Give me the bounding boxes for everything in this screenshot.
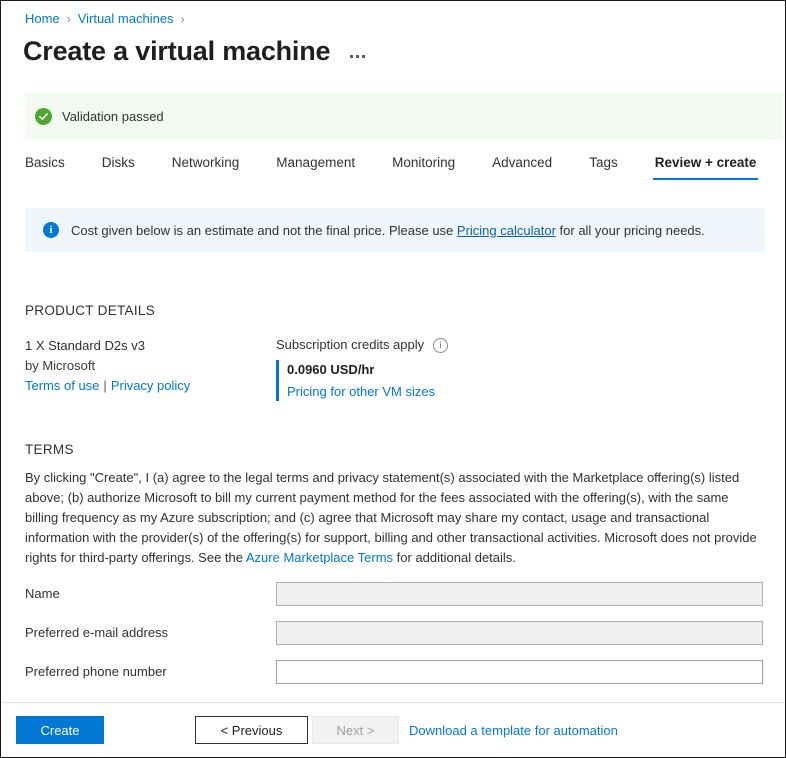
info-outline-icon[interactable]: i [433,337,449,353]
form-row-name: Name [25,574,765,613]
privacy-policy-link[interactable]: Privacy policy [111,378,190,393]
form-row-email: Preferred e-mail address [25,613,765,652]
email-label: Preferred e-mail address [25,625,169,640]
azure-marketplace-terms-link[interactable]: Azure Marketplace Terms [246,550,393,565]
link-separator: | [103,378,107,393]
validation-banner: Validation passed [25,92,783,140]
info-banner-text: Cost given below is an estimate and not … [71,223,705,238]
terms-heading: TERMS [25,442,74,457]
email-input[interactable] [276,620,763,645]
tab-basics[interactable]: Basics [23,153,67,180]
tab-tags[interactable]: Tags [587,153,620,180]
footer-actions: Create < Previous Next > Download a temp… [1,703,785,757]
breadcrumb-separator-icon: › [180,12,185,26]
tab-disks[interactable]: Disks [100,153,137,180]
name-input[interactable] [276,581,763,606]
product-details-heading: PRODUCT DETAILS [25,303,156,318]
product-name: 1 X Standard D2s v3 [25,338,145,353]
name-label: Name [25,586,60,601]
breadcrumb-item-virtual-machines[interactable]: Virtual machines [78,10,174,28]
create-virtual-machine-page: Home › Virtual machines › Create a virtu… [0,0,786,758]
terms-text-after: for additional details. [396,550,516,565]
product-pricing: Subscription credits apply i 0.0960 USD/… [276,336,449,401]
product-links: Terms of use | Privacy policy [25,376,190,396]
breadcrumb-separator-icon: › [66,12,71,26]
pricing-calculator-link[interactable]: Pricing calculator [457,223,556,238]
terms-paragraph: By clicking "Create", I (a) agree to the… [25,468,765,568]
terms-of-use-link[interactable]: Terms of use [25,378,99,393]
tab-advanced[interactable]: Advanced [490,153,554,180]
previous-button[interactable]: < Previous [195,716,308,744]
price-block: 0.0960 USD/hr Pricing for other VM sizes [276,360,448,401]
more-options-icon[interactable] [350,54,366,58]
tab-review-create[interactable]: Review + create [652,153,759,180]
info-icon: i [43,222,59,238]
dot [356,54,360,58]
info-text-before: Cost given below is an estimate and not … [71,222,454,238]
next-button: Next > [312,716,399,744]
tab-monitoring[interactable]: Monitoring [390,153,457,180]
contact-form: Name Preferred e-mail address Preferred … [25,574,765,691]
dot [350,54,354,58]
phone-input[interactable] [276,659,763,684]
product-details-left: 1 X Standard D2s v3 by Microsoft Terms o… [25,336,190,396]
page-title: Create a virtual machine [23,36,331,66]
phone-label: Preferred phone number [25,664,167,679]
create-button[interactable]: Create [16,716,104,744]
cost-estimate-info-banner: i Cost given below is an estimate and no… [25,208,765,252]
info-text-after: for all your pricing needs. [559,222,705,238]
check-circle-icon [35,107,52,125]
dot [362,54,366,58]
tab-management[interactable]: Management [274,153,357,180]
tab-networking[interactable]: Networking [170,153,242,180]
form-row-phone: Preferred phone number [25,652,765,691]
validation-message: Validation passed [62,108,164,124]
subscription-credits-row: Subscription credits apply i [276,336,449,354]
price-value: 0.0960 USD/hr [287,362,375,377]
page-header: Create a virtual machine [23,34,366,68]
product-publisher: by Microsoft [25,358,96,373]
download-template-link[interactable]: Download a template for automation [409,723,618,738]
pricing-other-vm-sizes-link[interactable]: Pricing for other VM sizes [287,382,448,401]
subscription-credits-label: Subscription credits apply [276,337,425,352]
wizard-tabs: Basics Disks Networking Management Monit… [23,153,759,180]
breadcrumb: Home › Virtual machines › [25,10,192,28]
breadcrumb-item-home[interactable]: Home [25,10,60,28]
